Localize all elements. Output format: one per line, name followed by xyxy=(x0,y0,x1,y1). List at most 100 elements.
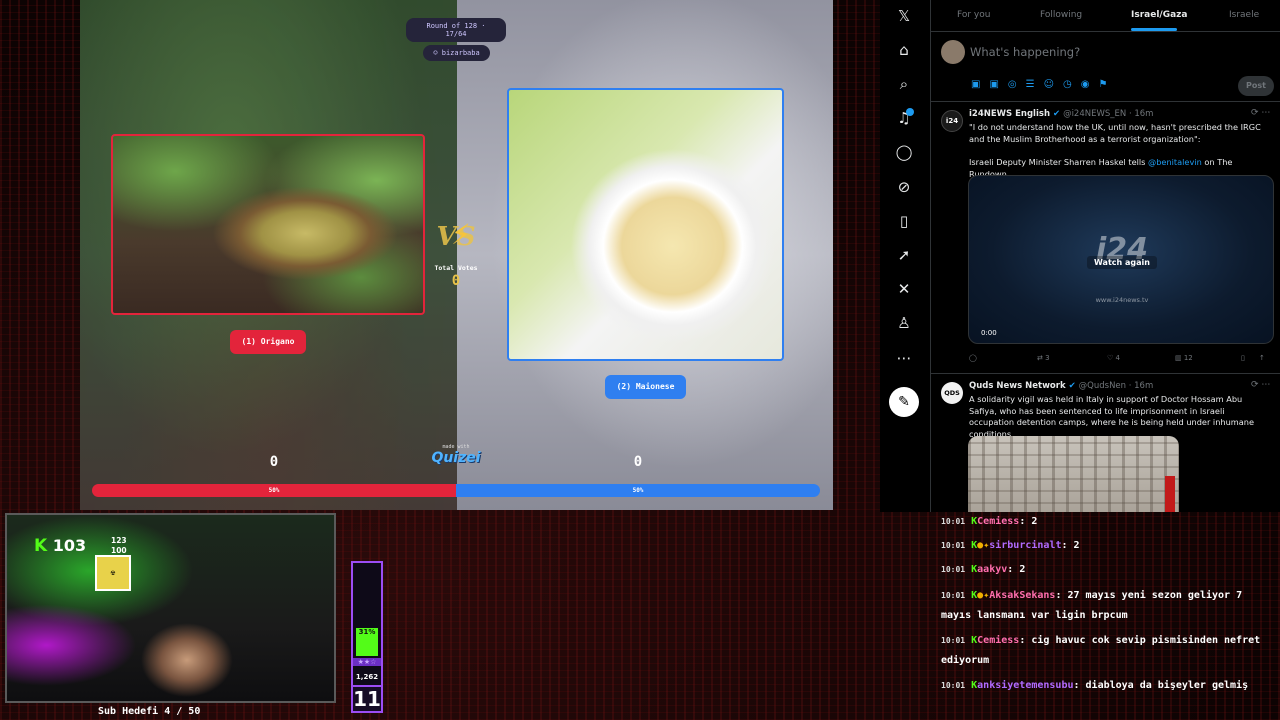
quiz-panel: Round of 128 · 17/64 ☺ bizarbaba VS ⚡ To… xyxy=(80,0,833,510)
views-button[interactable]: ▥ 12 xyxy=(1175,354,1193,362)
chat-time: 10:01 xyxy=(941,517,966,526)
chat-message: 10:01 Kaakyv: 2 xyxy=(941,564,1026,575)
sub-goal: Sub Hedefi 4 / 50 xyxy=(98,706,201,717)
post-button[interactable]: Post xyxy=(1238,76,1274,96)
option-left-button[interactable]: (1) Origano xyxy=(230,330,306,354)
grok-icon[interactable]: ⊘ xyxy=(893,176,915,198)
chat-text: diabloya da bişeyler gelmiş xyxy=(1085,680,1249,691)
chat-username[interactable]: aakyv xyxy=(977,564,1007,575)
chat-username[interactable]: Cemiess xyxy=(977,516,1019,527)
feather-icon[interactable]: ✎ xyxy=(889,387,919,417)
watch-again-button[interactable]: Watch again xyxy=(1087,256,1157,269)
repost-button[interactable]: ⇄ 3 xyxy=(1037,354,1050,362)
rocket-icon[interactable]: ➚ xyxy=(893,244,915,266)
tweet-author-name[interactable]: Quds News Network xyxy=(969,381,1066,391)
more-icon[interactable]: ⋯ xyxy=(893,347,915,369)
tweet-text-part: Israeli Deputy Minister Sharren Haskel t… xyxy=(969,157,1149,167)
home-icon[interactable]: ⌂ xyxy=(893,39,915,61)
chart-icon: ▥ xyxy=(1175,354,1184,362)
x-sidebar: 𝕏 ⌂ ⌕ ♫ ◯ ⊘ ▯ ➚ ✕ ♙ ⋯ ✎ xyxy=(880,0,930,512)
feed-tabs: For you Following Israel/Gaza Israele xyxy=(931,0,1280,32)
bookmark-icon[interactable]: ▯ xyxy=(1241,354,1245,362)
meter-stars: ★★☆ xyxy=(353,658,381,666)
chat-message: 10:01 KCemiess: 2 xyxy=(941,516,1038,527)
mention-link[interactable]: @benitalevin xyxy=(1148,157,1202,167)
score-right: 0 xyxy=(633,454,643,470)
repost-icon: ⇄ xyxy=(1037,354,1046,362)
meter-level: 11 xyxy=(353,685,381,711)
video-player[interactable]: i24 Watch again www.i24news.tv 0:00 xyxy=(968,175,1274,344)
tweet-text: "I do not understand how the UK, until n… xyxy=(969,122,1261,144)
tweet[interactable]: i24 i24NEWS English ✔ @i24NEWS_EN · 16m … xyxy=(931,102,1280,374)
avatar[interactable]: QDS xyxy=(941,382,963,404)
chat-message: 10:01 Kanksiyetemensubu: diabloya da biş… xyxy=(941,680,1249,691)
repost-count: 3 xyxy=(1045,354,1050,362)
chat-message: 10:01 KCemiess: cig havuc cok sevip pism… xyxy=(941,635,1261,666)
search-icon[interactable]: ⌕ xyxy=(893,73,915,95)
round-indicator: Round of 128 · 17/64 xyxy=(406,18,506,42)
kick-icon: K xyxy=(34,536,48,556)
total-votes-value: 0 xyxy=(451,273,461,289)
more-icon[interactable]: ⟳ ⋯ xyxy=(1251,380,1270,390)
chat-username[interactable]: anksiyetemensubu xyxy=(977,680,1073,691)
option-right-image[interactable] xyxy=(507,88,784,361)
webcam-overlay: ☢ K 103 123 100 xyxy=(5,513,336,703)
compose-input[interactable]: What's happening? xyxy=(970,45,1080,59)
quiz-user-badge: ☺ bizarbaba xyxy=(423,45,490,61)
tweet-photo[interactable] xyxy=(968,436,1179,512)
chat-time: 10:01 xyxy=(941,636,966,645)
tweet-author[interactable]: i24NEWS English ✔ @i24NEWS_EN · 16m xyxy=(969,109,1153,119)
chat-time: 10:01 xyxy=(941,681,966,690)
chat-message: 10:01 K●✦AksakSekans: 27 mayıs yeni sezo… xyxy=(941,590,1243,621)
view-count: 12 xyxy=(1183,354,1193,362)
notification-badge xyxy=(906,108,914,116)
verified-icon: ✔ xyxy=(1052,109,1061,119)
tweet-author[interactable]: Quds News Network ✔ @QudsNen · 16m xyxy=(969,381,1153,391)
reply-icon[interactable]: ◯ xyxy=(969,354,977,362)
stat-top: 123 xyxy=(111,536,127,545)
chat-username[interactable]: Cemiess xyxy=(977,635,1019,646)
avatar[interactable] xyxy=(941,40,965,64)
tab-israele[interactable]: Israele xyxy=(1229,10,1259,20)
video-url: www.i24news.tv xyxy=(1095,296,1149,304)
tweet[interactable]: QDS Quds News Network ✔ @QudsNen · 16m ⟳… xyxy=(931,374,1280,512)
goal-meter: 31% ★★☆ 1,262 11 xyxy=(351,561,383,713)
user-icon: ☺ xyxy=(433,49,442,57)
active-tab-indicator xyxy=(1131,28,1177,31)
chat-username[interactable]: sirburcinalt xyxy=(989,540,1061,551)
score-left: 0 xyxy=(269,454,279,470)
video-time: 0:00 xyxy=(981,329,997,337)
heart-icon: ♡ xyxy=(1107,354,1116,362)
bookmark-icon[interactable]: ▯ xyxy=(893,210,915,232)
x-premium-icon[interactable]: ✕ xyxy=(893,278,915,300)
like-button[interactable]: ♡ 4 xyxy=(1107,354,1120,362)
chat-text: 2 xyxy=(1073,540,1080,551)
compose-tools-icons[interactable]: ▣▣◎☰☺◷◉⚑ xyxy=(971,79,1116,90)
chat-message: 10:01 K●✦sirburcinalt: 2 xyxy=(941,540,1080,551)
avatar[interactable]: i24 xyxy=(941,110,963,132)
tab-following[interactable]: Following xyxy=(1040,10,1082,20)
x-logo-icon[interactable]: 𝕏 xyxy=(893,5,915,27)
option-right-button[interactable]: (2) Maionese xyxy=(605,375,686,399)
lightning-icon: ⚡ xyxy=(451,218,471,251)
vote-bar-right: 50% xyxy=(456,484,820,497)
radiation-sign-icon: ☢ xyxy=(95,555,131,591)
stat-bottom: 100 xyxy=(111,546,127,555)
option-left-image[interactable] xyxy=(111,134,425,315)
tweet-text: A solidarity vigil was held in Italy in … xyxy=(969,394,1254,439)
verified-icon: ✔ xyxy=(1068,381,1076,391)
tweet-handle: @QudsNen · 16m xyxy=(1078,381,1154,391)
tab-for-you[interactable]: For you xyxy=(957,10,990,20)
chat-time: 10:01 xyxy=(941,591,966,600)
profile-icon[interactable]: ♙ xyxy=(893,312,915,334)
share-icon[interactable]: ↑ xyxy=(1259,354,1265,362)
message-icon[interactable]: ◯ xyxy=(893,141,915,163)
stream-chat: 10:01 KCemiess: 2 10:01 K●✦sirburcinalt:… xyxy=(941,512,1271,720)
vote-bar-left: 50% xyxy=(92,484,456,497)
chat-username[interactable]: AksakSekans xyxy=(989,590,1055,601)
more-icon[interactable]: ⟳ ⋯ xyxy=(1251,108,1270,118)
tweet-author-name[interactable]: i24NEWS English xyxy=(969,109,1050,119)
chat-time: 10:01 xyxy=(941,565,966,574)
meter-count: 1,262 xyxy=(355,673,379,681)
tab-israel-gaza[interactable]: Israel/Gaza xyxy=(1131,10,1187,20)
